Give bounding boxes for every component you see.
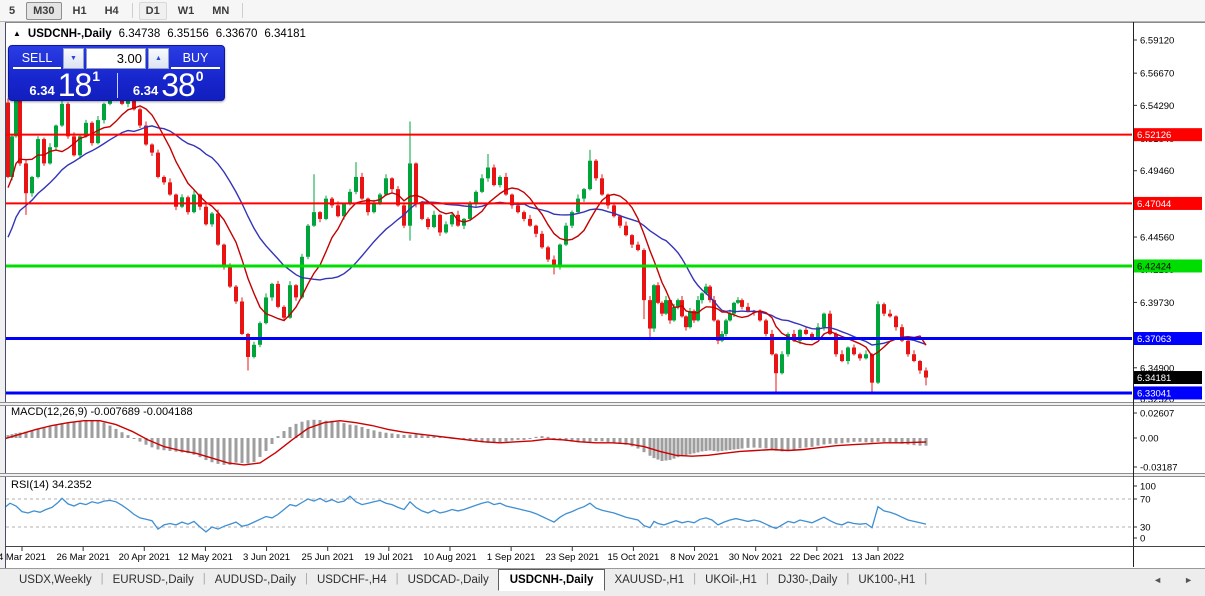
sell-button[interactable]: SELL (13, 48, 61, 69)
tab-uk100-h1[interactable]: UK100-,H1 (849, 570, 924, 591)
tab-eurusd-daily[interactable]: EURUSD-,Daily (104, 570, 203, 591)
buy-price-prefix: 6.34 (133, 83, 158, 99)
chevron-down-icon: ▼ (70, 55, 77, 62)
macd-label: MACD(12,26,9) -0.007689 -0.004188 (11, 406, 193, 418)
tab-audusd-daily[interactable]: AUDUSD-,Daily (206, 570, 305, 591)
toolbar-separator (132, 3, 133, 18)
tab-xauusd-h1[interactable]: XAUUSD-,H1 (605, 570, 693, 591)
tab-usdcad-daily[interactable]: USDCAD-,Daily (399, 570, 498, 591)
timeframe-button-5[interactable]: 5 (2, 2, 22, 20)
tab-scroll-arrows: ◄ ► (1153, 575, 1193, 585)
price-divider (117, 73, 118, 98)
ohlc-low: 6.33670 (216, 28, 258, 40)
timeframe-button-mn[interactable]: MN (205, 2, 236, 20)
collapse-icon[interactable]: ▲ (13, 29, 21, 38)
one-click-trading-panel: SELL ▼ ▲ BUY 6.34 18 1 6.34 38 0 (8, 45, 225, 101)
chart-window (5, 22, 1205, 568)
ohlc-high: 6.35156 (167, 28, 209, 40)
toolbar-separator (242, 3, 243, 18)
tab-usdcnh-daily[interactable]: USDCNH-,Daily (498, 569, 606, 591)
sell-price[interactable]: 6.34 18 1 (13, 69, 117, 100)
rsi-indicator-name: RSI(14) (11, 479, 49, 491)
timeframe-toolbar: 5M30 H1H4 D1W1MN (0, 0, 1205, 22)
macd-pane-separator[interactable] (0, 402, 1205, 406)
timeframe-button-w1[interactable]: W1 (171, 2, 202, 20)
macd-values: -0.007689 -0.004188 (90, 406, 192, 418)
chevron-up-icon: ▲ (155, 55, 162, 62)
rsi-label: RSI(14) 34.2352 (11, 479, 92, 491)
buy-button[interactable]: BUY (171, 48, 220, 69)
timeframe-button-h1[interactable]: H1 (66, 2, 94, 20)
ohlc-open: 6.34738 (119, 28, 161, 40)
sell-price-prefix: 6.34 (29, 83, 54, 99)
tab-dj30-daily[interactable]: DJ30-,Daily (769, 570, 846, 591)
timeframe-button-d1[interactable]: D1 (139, 2, 167, 20)
chart-symbol-period: USDCNH-,Daily (28, 28, 112, 40)
volume-up-button[interactable]: ▲ (148, 48, 169, 69)
timeframe-button-m30[interactable]: M30 (26, 2, 61, 20)
rsi-pane-separator[interactable] (0, 473, 1205, 477)
tab-scroll-left-icon[interactable]: ◄ (1153, 575, 1162, 585)
chart-title: ▲ USDCNH-,Daily 6.34738 6.35156 6.33670 … (13, 28, 306, 40)
chart-tab-bar: USDX,Weekly|EURUSD-,Daily|AUDUSD-,Daily|… (0, 568, 1205, 596)
tab-separator: | (924, 573, 927, 591)
ohlc-close: 6.34181 (264, 28, 306, 40)
tab-ukoil-h1[interactable]: UKOil-,H1 (696, 570, 766, 591)
tab-scroll-right-icon[interactable]: ► (1184, 575, 1193, 585)
tab-usdx-weekly[interactable]: USDX,Weekly (10, 570, 101, 591)
macd-indicator-name: MACD(12,26,9) (11, 406, 87, 418)
application-window: 5M30H1H4D1W1MN 6.591206.566706.542906.51… (0, 0, 1205, 596)
sell-price-sup: 1 (92, 71, 100, 81)
price-axis-border (1133, 22, 1134, 567)
timeframe-button-h4[interactable]: H4 (98, 2, 126, 20)
volume-down-button[interactable]: ▼ (63, 48, 84, 69)
tab-usdchf-h4[interactable]: USDCHF-,H4 (308, 570, 396, 591)
time-axis-border (5, 546, 1205, 547)
buy-price-big: 38 (161, 71, 195, 99)
volume-input[interactable] (86, 48, 146, 69)
rsi-value: 34.2352 (52, 479, 92, 491)
sell-price-big: 18 (58, 71, 92, 99)
buy-price-sup: 0 (196, 71, 204, 81)
buy-price[interactable]: 6.34 38 0 (117, 69, 221, 100)
